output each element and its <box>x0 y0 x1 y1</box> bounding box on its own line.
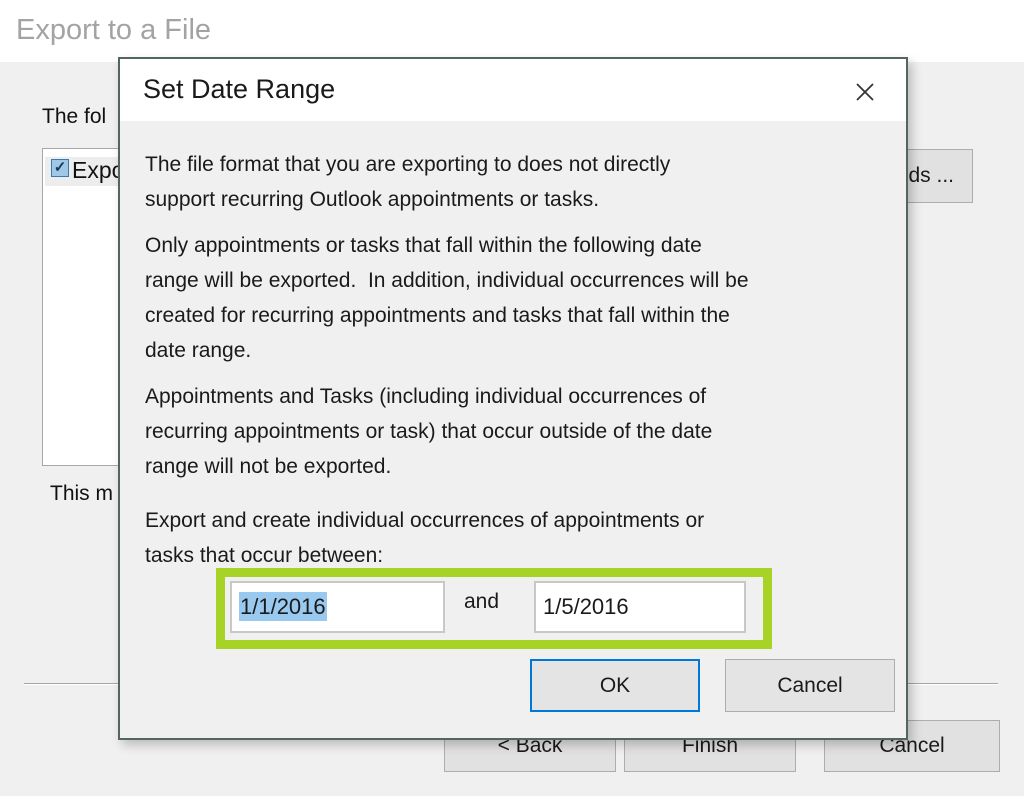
dialog-cancel-button[interactable]: Cancel <box>725 659 895 712</box>
close-icon[interactable] <box>848 75 882 109</box>
and-label: and <box>464 590 499 614</box>
wizard-title: Export to a File <box>16 14 211 47</box>
paragraph-date-range-info: Only appointments or tasks that fall wit… <box>145 228 749 368</box>
ok-button[interactable]: OK <box>530 659 700 712</box>
set-date-range-dialog: Set Date Range The file format that you … <box>118 57 908 740</box>
wizard-note: This m <box>50 482 113 506</box>
paragraph-format-warning: The file format that you are exporting t… <box>145 147 670 217</box>
date-to-input[interactable]: 1/5/2016 <box>534 581 746 633</box>
selected-date-text: 1/1/2016 <box>239 592 327 621</box>
paragraph-outside-range: Appointments and Tasks (including indivi… <box>145 379 712 484</box>
date-from-input[interactable]: 1/1/2016 <box>230 581 445 633</box>
list-item-label: Expo <box>72 157 124 184</box>
paragraph-export-between: Export and create individual occurrences… <box>145 503 704 573</box>
dialog-title: Set Date Range <box>143 74 335 105</box>
checkbox-checked-icon[interactable]: ✓ <box>51 159 69 177</box>
wizard-actions-label: The fol <box>42 105 106 129</box>
